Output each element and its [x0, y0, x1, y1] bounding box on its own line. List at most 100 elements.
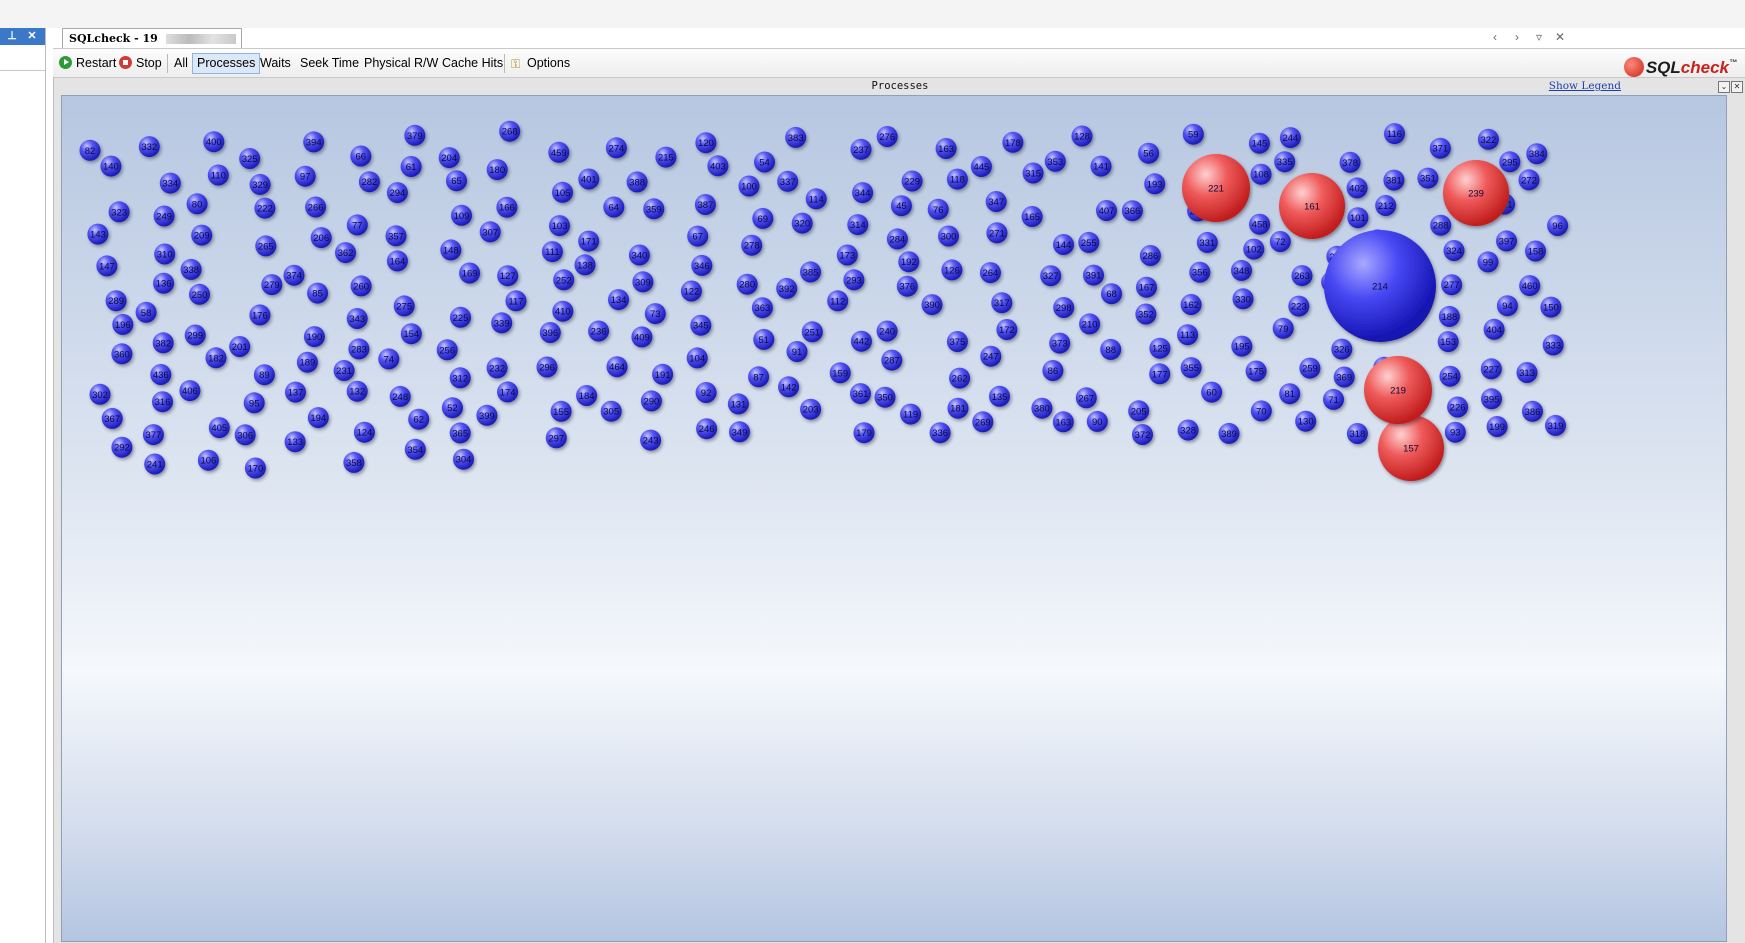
process-bubble[interactable]: 392: [776, 277, 798, 299]
process-bubble[interactable]: 315: [1022, 162, 1044, 184]
process-bubble[interactable]: 137: [285, 381, 306, 403]
chevron-right-icon[interactable]: ›: [1510, 30, 1524, 44]
process-bubble[interactable]: 91: [786, 341, 808, 362]
process-bubble[interactable]: 386: [1522, 400, 1543, 422]
process-bubble[interactable]: 88: [1100, 338, 1122, 360]
process-bubble[interactable]: 387: [694, 194, 716, 215]
process-bubble[interactable]: 352: [1135, 303, 1157, 325]
process-bubble[interactable]: 274: [605, 137, 627, 159]
process-bubble[interactable]: 67: [687, 225, 709, 247]
process-bubble[interactable]: 312: [449, 367, 471, 389]
process-bubble[interactable]: 313: [1516, 362, 1538, 383]
process-bubble[interactable]: 367: [101, 407, 123, 429]
highlighted-process-bubble[interactable]: 239: [1443, 160, 1509, 226]
process-bubble[interactable]: 162: [1180, 294, 1202, 315]
process-bubble[interactable]: 269: [972, 411, 994, 433]
process-bubble[interactable]: 236: [588, 320, 610, 342]
process-bubble[interactable]: 384: [1526, 143, 1548, 165]
process-bubble[interactable]: 223: [1288, 295, 1310, 317]
process-bubble[interactable]: 117: [505, 290, 527, 312]
process-bubble[interactable]: 138: [574, 254, 596, 276]
process-bubble[interactable]: 399: [476, 404, 498, 426]
process-bubble[interactable]: 380: [1031, 397, 1053, 419]
process-bubble[interactable]: 136: [153, 272, 175, 294]
process-bubble[interactable]: 332: [138, 136, 160, 158]
process-bubble[interactable]: 45: [890, 195, 912, 217]
process-bubble[interactable]: 141: [1090, 155, 1112, 177]
process-bubble[interactable]: 87: [748, 366, 770, 388]
process-bubble[interactable]: 222: [254, 197, 276, 219]
process-bubble[interactable]: 125: [1149, 337, 1171, 359]
process-bubble[interactable]: 359: [643, 198, 665, 220]
process-bubble[interactable]: 106: [197, 449, 219, 471]
process-bubble[interactable]: 272: [1518, 169, 1540, 191]
process-bubble[interactable]: 375: [946, 331, 968, 352]
process-bubble[interactable]: 358: [343, 451, 365, 473]
process-bubble[interactable]: 56: [1138, 142, 1160, 164]
process-bubble[interactable]: 176: [249, 304, 271, 326]
process-bubble[interactable]: 256: [436, 339, 458, 361]
show-legend-link[interactable]: Show Legend: [1549, 79, 1621, 93]
process-bubble[interactable]: 316: [152, 391, 173, 413]
process-bubble[interactable]: 147: [96, 255, 118, 277]
process-bubble[interactable]: 51: [753, 328, 775, 350]
process-bubble[interactable]: 277: [1441, 274, 1463, 296]
process-bubble[interactable]: 353: [1044, 150, 1066, 172]
process-bubble[interactable]: 153: [1437, 331, 1459, 353]
process-bubble[interactable]: 90: [1086, 410, 1108, 432]
process-bubble[interactable]: 206: [310, 227, 332, 249]
highlighted-process-bubble[interactable]: 219: [1364, 356, 1432, 424]
process-bubble[interactable]: 307: [479, 221, 501, 243]
options-button[interactable]: ⚿ Options: [507, 53, 574, 74]
dropdown-icon[interactable]: ▿: [1532, 30, 1546, 44]
process-bubble[interactable]: 99: [1477, 251, 1499, 273]
process-bubble[interactable]: 82: [79, 139, 101, 161]
process-bubble[interactable]: 118: [946, 168, 968, 190]
process-bubble[interactable]: 113: [1177, 324, 1199, 346]
process-bubble[interactable]: 324: [1443, 240, 1465, 261]
process-bubble[interactable]: 276: [876, 126, 898, 147]
process-bubble[interactable]: 381: [1383, 169, 1405, 191]
process-bubble[interactable]: 271: [986, 222, 1008, 244]
process-bubble[interactable]: 309: [632, 271, 654, 293]
process-bubble[interactable]: 205: [1128, 400, 1150, 422]
process-bubble[interactable]: 346: [691, 254, 713, 276]
process-bubble[interactable]: 355: [1180, 357, 1202, 379]
process-bubble[interactable]: 458: [1249, 213, 1271, 235]
panel-close-icon[interactable]: ✕: [1731, 81, 1743, 93]
process-bubble[interactable]: 158: [1525, 240, 1546, 262]
process-bubble[interactable]: 145: [1248, 132, 1270, 154]
stop-button[interactable]: Stop: [115, 53, 166, 74]
process-bubble[interactable]: 163: [1052, 411, 1074, 433]
process-bubble[interactable]: 131: [727, 393, 749, 415]
process-bubble[interactable]: 58: [135, 301, 157, 323]
process-bubble[interactable]: 97: [294, 165, 316, 187]
process-bubble[interactable]: 376: [896, 275, 918, 297]
filter-seek-time-button[interactable]: Seek Time: [296, 53, 363, 74]
tab-sqlcheck[interactable]: SQLcheck - 19: [62, 28, 242, 48]
process-bubble[interactable]: 333: [1542, 334, 1564, 356]
highlighted-process-bubble[interactable]: 161: [1279, 173, 1345, 239]
process-bubble[interactable]: 105: [552, 181, 573, 203]
panel-minimize-icon[interactable]: ⌄: [1718, 81, 1730, 93]
process-bubble[interactable]: 406: [179, 380, 201, 402]
process-bubble[interactable]: 116: [1384, 123, 1405, 145]
process-bubble[interactable]: 209: [191, 224, 213, 246]
process-bubble[interactable]: 338: [180, 258, 202, 280]
process-bubble[interactable]: 135: [989, 385, 1010, 407]
process-bubble[interactable]: 306: [234, 424, 256, 446]
process-bubble[interactable]: 182: [205, 347, 227, 369]
process-bubble[interactable]: 304: [453, 448, 474, 470]
process-bubble[interactable]: 344: [852, 182, 874, 204]
process-bubble[interactable]: 371: [1429, 137, 1451, 159]
process-bubble[interactable]: 227: [1480, 358, 1502, 380]
process-bubble[interactable]: 283: [348, 338, 370, 360]
process-bubble[interactable]: 103: [549, 215, 570, 237]
process-bubble[interactable]: 171: [578, 230, 600, 252]
process-bubble[interactable]: 293: [843, 269, 865, 291]
pin-icon[interactable]: ⊥: [6, 29, 18, 43]
process-bubble[interactable]: 109: [451, 204, 472, 226]
process-bubble[interactable]: 61: [400, 156, 422, 177]
process-bubble[interactable]: 203: [800, 398, 822, 420]
process-bubble[interactable]: 378: [1339, 151, 1361, 173]
